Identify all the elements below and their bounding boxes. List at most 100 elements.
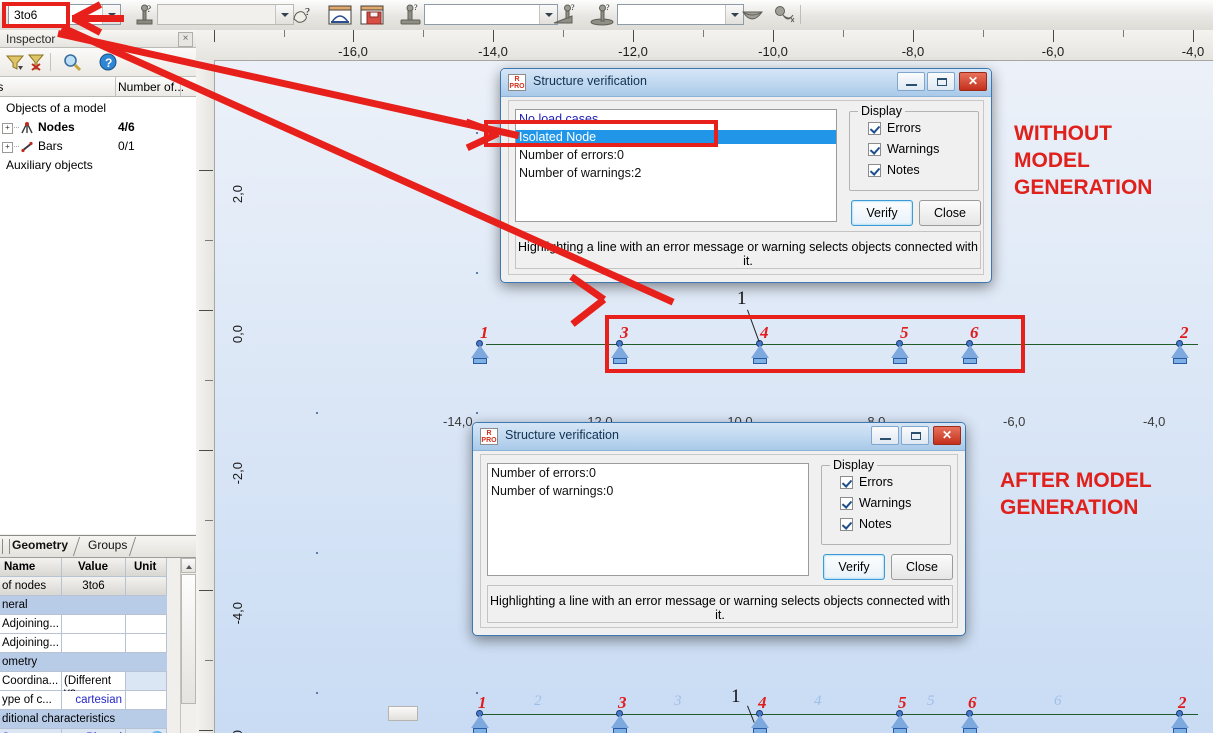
- bar-label-6: 6: [1054, 693, 1062, 709]
- close-button-dialog-without[interactable]: Close: [919, 200, 981, 226]
- node-label-2-bottom: 2: [1178, 693, 1187, 712]
- support-symbol-5: [888, 345, 912, 365]
- close-button-dialog-after[interactable]: Close: [891, 554, 953, 580]
- column-objects[interactable]: cts: [0, 80, 118, 94]
- checkbox-box-notes: [868, 164, 881, 177]
- structure-verification-dialog-after[interactable]: R PRO Structure verification ✕ Number of …: [472, 422, 966, 636]
- structure-model-bottom[interactable]: 1 3 4 5 6 2 2 3 4 5 6 1: [196, 630, 1213, 733]
- support-combo[interactable]: [424, 4, 558, 25]
- main-toolbar: 3to6 ? ? ? ? ?: [0, 0, 1213, 31]
- row-value-adjoining2[interactable]: [62, 634, 126, 653]
- support-definition-icon[interactable]: ?: [398, 3, 424, 27]
- section-definition-icon[interactable]: ?: [590, 3, 616, 27]
- message-item-0[interactable]: No load cases: [519, 112, 598, 126]
- message-item-after-0[interactable]: Number of errors:0: [491, 466, 596, 480]
- tab-geometry-label: Geometry: [12, 538, 69, 552]
- dialog-titlebar-without[interactable]: R PRO Structure verification ✕: [501, 69, 991, 97]
- minimize-button-after[interactable]: [871, 426, 899, 445]
- minimize-button-without[interactable]: [897, 72, 925, 91]
- bar-callout-leader-top: [747, 309, 760, 342]
- node-definition-icon[interactable]: ?: [132, 3, 158, 27]
- checkbox-box-warnings-after: [840, 497, 853, 510]
- message-item-2[interactable]: Number of errors:0: [519, 148, 624, 162]
- tab-geometry[interactable]: Geometry: [12, 538, 68, 556]
- message-item-3[interactable]: Number of warnings:2: [519, 166, 641, 180]
- header-name[interactable]: Name: [0, 558, 62, 577]
- beam-line-top[interactable]: [486, 344, 1198, 345]
- table-row-adjoining-2[interactable]: Adjoining...: [0, 634, 182, 653]
- table-group-general: neral: [0, 596, 182, 615]
- tree-label-nodes: Nodes: [38, 120, 75, 134]
- viewport-scroll-stub[interactable]: [388, 706, 418, 721]
- node-name-field[interactable]: [157, 4, 294, 25]
- zoom-icon[interactable]: [62, 52, 82, 75]
- inspector-toolbar: ?: [0, 48, 196, 77]
- robot-pro-icon-after: R PRO: [480, 428, 498, 445]
- table-row-coord-type[interactable]: ype of c... cartesian: [0, 691, 182, 710]
- dialog-titlebar-after[interactable]: R PRO Structure verification ✕: [473, 423, 965, 451]
- close-icon[interactable]: ×: [178, 32, 193, 47]
- message-item-after-1[interactable]: Number of warnings:0: [491, 484, 613, 498]
- close-button-after[interactable]: ✕: [933, 426, 961, 445]
- message-listbox-after[interactable]: Number of errors:0 Number of warnings:0: [487, 463, 809, 576]
- notes-checkbox-label: Notes: [887, 163, 920, 177]
- table-row-adjoining-1[interactable]: Adjoining...: [0, 615, 182, 634]
- section-shape-icon[interactable]: [740, 3, 766, 27]
- tree-row-bars[interactable]: + Bars 0/1: [0, 137, 196, 156]
- chevron-down-icon[interactable]: [102, 5, 120, 24]
- row-value-nodes[interactable]: 3to6: [62, 577, 126, 596]
- header-unit[interactable]: Unit: [126, 558, 167, 577]
- filter-icon[interactable]: [5, 52, 25, 75]
- row-value-coordtype-text: cartesian: [75, 694, 122, 706]
- verify-button-after[interactable]: Verify: [823, 554, 885, 580]
- row-label-coordinates: Coordina...: [2, 675, 59, 687]
- bar-label-5: 5: [927, 693, 935, 709]
- section-combo[interactable]: [617, 4, 744, 25]
- node-label-6: 6: [970, 323, 979, 342]
- row-value-coordtype[interactable]: cartesian: [62, 691, 126, 710]
- maximize-button-after[interactable]: [901, 426, 929, 445]
- display-group-after: Display Errors Warnings Notes: [821, 458, 951, 545]
- close-button-without[interactable]: ✕: [959, 72, 987, 91]
- header-value-label: Value: [78, 561, 109, 573]
- verify-button-without[interactable]: Verify: [851, 200, 913, 226]
- clear-filter-icon[interactable]: [26, 52, 46, 75]
- save-structure-icon[interactable]: [359, 3, 385, 27]
- properties-scrollbar[interactable]: [180, 558, 196, 733]
- structure-view-icon[interactable]: [327, 3, 353, 27]
- help-icon[interactable]: ?: [98, 52, 118, 75]
- row-value-coordinates[interactable]: (Different va...: [62, 672, 126, 699]
- tree-row-auxiliary[interactable]: Auxiliary objects: [0, 156, 196, 175]
- message-listbox-without[interactable]: No load cases Isolated Node Number of er…: [515, 109, 837, 222]
- load-icon[interactable]: [772, 3, 798, 27]
- node-label-6-bottom: 6: [968, 693, 977, 712]
- help-pointer-icon[interactable]: ?: [290, 3, 316, 27]
- scroll-thumb[interactable]: [181, 574, 196, 704]
- svg-text:?: ?: [571, 3, 575, 12]
- row-value-support[interactable]: Pinned: [62, 729, 126, 733]
- header-name-label: Name: [4, 561, 36, 573]
- expander-icon-bars[interactable]: +: [2, 142, 13, 153]
- structure-verification-dialog-without[interactable]: R PRO Structure verification ✕ No load ca…: [500, 68, 992, 283]
- column-number[interactable]: Number of...: [118, 80, 184, 94]
- node-selection-combo[interactable]: 3to6: [8, 4, 121, 25]
- maximize-button-without[interactable]: [927, 72, 955, 91]
- beam-line-bottom[interactable]: [480, 714, 1198, 715]
- tree-row-model[interactable]: Objects of a model: [0, 99, 196, 118]
- scroll-up-button[interactable]: [181, 558, 196, 573]
- bar-definition-icon[interactable]: ?: [552, 3, 578, 27]
- header-value[interactable]: Value: [62, 558, 126, 577]
- row-name-coordinates: Coordina...: [0, 672, 62, 691]
- support-symbol-6: [958, 345, 982, 365]
- tree-label-model: Objects of a model: [6, 101, 107, 115]
- table-row-node-number[interactable]: of nodes 3to6: [0, 577, 182, 596]
- expander-icon-nodes[interactable]: +: [2, 123, 13, 134]
- tab-groups[interactable]: Groups: [88, 538, 127, 556]
- message-item-1-selected[interactable]: Isolated Node: [516, 130, 836, 144]
- tab-handle-icon: [2, 539, 10, 554]
- tree-row-nodes[interactable]: + Nodes 4/6: [0, 118, 196, 137]
- table-row-coordinates[interactable]: Coordina... (Different va...: [0, 672, 182, 699]
- display-group-label-without: Display: [858, 104, 905, 118]
- row-value-adjoining1[interactable]: [62, 615, 126, 634]
- table-row-support[interactable]: Support... Pinned ?: [0, 729, 182, 733]
